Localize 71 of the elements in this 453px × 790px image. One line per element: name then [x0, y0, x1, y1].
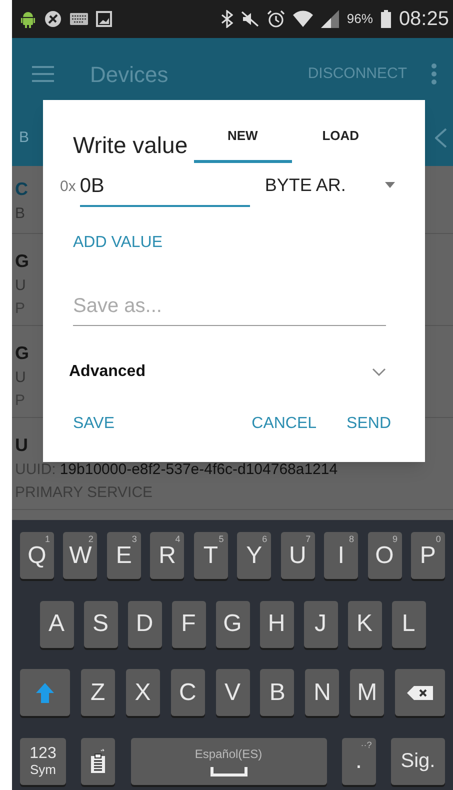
keyboard-key[interactable]: N	[305, 669, 340, 716]
dialog-button[interactable]: CANCEL	[252, 412, 317, 436]
shift-arrow-icon	[35, 682, 55, 704]
keyboard-key[interactable]: 0 P	[410, 532, 445, 579]
keyboard-icon	[70, 13, 88, 25]
next-key[interactable]: Sig.	[391, 738, 445, 785]
keyboard-key[interactable]: 3 E	[106, 532, 141, 579]
keyboard-key[interactable]: L	[392, 600, 426, 648]
keyboard-key[interactable]: 5 T	[194, 532, 228, 579]
keyboard-key[interactable]: 7 U	[280, 532, 315, 579]
dialog-tab[interactable]: NEW	[194, 126, 292, 162]
keyboard-key[interactable]: F	[172, 600, 206, 648]
keyboard-key[interactable]: G	[216, 600, 250, 648]
keyboard-key[interactable]: S	[84, 600, 118, 648]
keyboard-key[interactable]: ··? .	[342, 738, 376, 785]
backspace-icon	[407, 686, 433, 700]
backspace-key[interactable]	[395, 669, 445, 716]
android-icon	[20, 10, 36, 28]
value-input[interactable]: 0B	[80, 170, 250, 206]
dropdown-caret-icon	[384, 182, 395, 188]
blocked-icon	[44, 10, 62, 28]
signal-icon	[320, 10, 339, 28]
more-icon[interactable]	[431, 63, 437, 85]
image-icon	[96, 11, 112, 27]
alarm-icon	[266, 10, 285, 28]
keyboard-key[interactable]: M	[350, 669, 384, 716]
clipboard-icon	[89, 748, 108, 774]
dialog-tab[interactable]: LOAD	[292, 126, 390, 162]
keyboard-key[interactable]: A	[40, 600, 74, 648]
save-as-field[interactable]: Save as...	[73, 290, 386, 326]
keyboard-key[interactable]: 6 Y	[237, 532, 272, 579]
advanced-toggle[interactable]: Advanced	[69, 360, 386, 384]
shift-key[interactable]	[20, 669, 70, 716]
uuid-value: 19b10000-e8f2-537e-4f6c-d104768a1214	[60, 460, 338, 480]
keyboard-key[interactable]: C	[170, 669, 205, 716]
hex-prefix: 0x	[60, 177, 76, 197]
keyboard-key[interactable]: Z	[80, 669, 115, 716]
symbols-key[interactable]: 123 Sym	[20, 738, 66, 785]
add-value-link[interactable]: ADD VALUE	[73, 230, 163, 254]
battery-icon	[380, 10, 391, 28]
mute-icon	[240, 11, 259, 27]
keyboard-key[interactable]: K	[348, 600, 382, 648]
keyboard-key[interactable]: B	[260, 669, 294, 716]
dialog-button[interactable]: SEND	[346, 412, 391, 436]
keyboard-key[interactable]: 8 I	[324, 532, 358, 579]
service-title: G	[15, 250, 30, 273]
clipboard-key[interactable]	[81, 738, 116, 785]
battery-percent: 96%	[346, 10, 373, 28]
space-bar-icon	[210, 767, 248, 778]
bluetooth-icon	[220, 10, 233, 28]
app-title: Devices	[90, 60, 168, 88]
keyboard-key[interactable]: H	[260, 600, 294, 648]
keyboard-key[interactable]: X	[126, 669, 160, 716]
format-dropdown[interactable]: BYTE AR.	[264, 172, 395, 206]
clock: 08:25	[398, 7, 449, 32]
tab[interactable]: B	[19, 126, 30, 150]
keyboard-key[interactable]: D	[128, 600, 162, 648]
menu-icon[interactable]	[32, 66, 54, 82]
dialog-button[interactable]: SAVE	[73, 412, 114, 436]
service-title: C	[15, 178, 28, 201]
dialog-title: Write value	[73, 131, 188, 160]
keyboard-key[interactable]: 2 W	[63, 532, 98, 579]
keyboard-key[interactable]: 1 Q	[20, 532, 54, 579]
wifi-icon	[292, 10, 313, 28]
service-title: U	[15, 434, 28, 457]
keyboard-key[interactable]: J	[304, 600, 338, 648]
service-title: G	[15, 342, 30, 365]
keyboard-key[interactable]: 9 O	[368, 532, 402, 579]
space-key[interactable]: Español(ES)	[130, 738, 326, 785]
keyboard-key[interactable]: V	[216, 669, 250, 716]
keyboard-key[interactable]: 4 R	[150, 532, 184, 579]
